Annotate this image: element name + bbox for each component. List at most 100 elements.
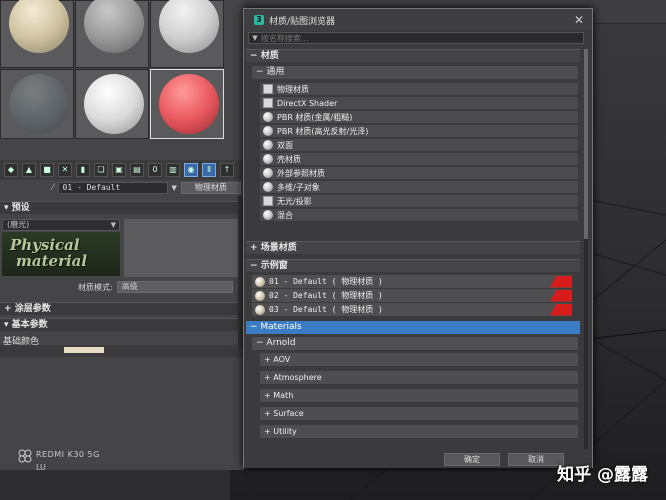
- material-sphere: [159, 0, 219, 53]
- group-materials-en[interactable]: − Materials: [246, 321, 580, 334]
- sample-marker: [550, 303, 572, 316]
- browser-tree: − 材质 − 通用 物理材质 DirectX Shader PBR 材质(金属/…: [246, 49, 580, 449]
- preset-dropdown[interactable]: (磨光) ▼: [2, 219, 120, 231]
- material-sphere-icon: [263, 182, 273, 192]
- material-swatch-icon: [263, 196, 273, 206]
- list-item[interactable]: PBR 材质(金属/粗糙): [260, 111, 578, 124]
- group-general[interactable]: − 通用: [252, 66, 578, 79]
- name-dropdown-arrow-icon[interactable]: ▼: [172, 184, 177, 192]
- make-unique-icon[interactable]: ▣: [112, 163, 126, 177]
- list-item-label: 混合: [277, 210, 293, 220]
- group-label: Arnold: [266, 338, 296, 348]
- sample-slot[interactable]: [75, 0, 149, 68]
- physical-material-logo: Physical material: [2, 232, 120, 276]
- site-watermark: 知乎 @露露: [557, 465, 648, 485]
- material-type-button[interactable]: 物理材质: [180, 182, 241, 194]
- list-item-label: 多维/子对象: [277, 182, 320, 192]
- sample-slot[interactable]: [0, 69, 74, 139]
- material-swatch-icon: [263, 84, 273, 94]
- ok-button[interactable]: 确定: [444, 453, 500, 466]
- assign-material-icon[interactable]: ■: [40, 163, 54, 177]
- group-arnold[interactable]: − Arnold: [252, 337, 578, 350]
- list-item[interactable]: 壳材质: [260, 153, 578, 166]
- eyedropper-icon[interactable]: ⁄: [52, 183, 54, 193]
- cancel-button[interactable]: 取消: [508, 453, 564, 466]
- dialog-title: 材质/贴图浏览器: [269, 16, 336, 27]
- material-mode-select[interactable]: 高级: [116, 281, 233, 293]
- list-item[interactable]: PBR 材质(高光反射/光泽): [260, 125, 578, 138]
- category-item[interactable]: + Surface: [260, 407, 578, 421]
- group-label: 示例窗: [260, 261, 288, 271]
- group-materials[interactable]: − 材质: [246, 49, 580, 62]
- preset-value: (磨光): [7, 220, 30, 229]
- material-sphere-icon: [263, 112, 273, 122]
- sample-slot[interactable]: [150, 0, 224, 68]
- category-item[interactable]: + Math: [260, 389, 578, 403]
- sample-marker: [550, 275, 572, 288]
- category-item[interactable]: + Atmosphere: [260, 371, 578, 385]
- sample-slot-item[interactable]: 02 - Default ( 物理材质 ): [252, 289, 572, 302]
- list-item-label: 03 - Default ( 物理材质 ): [269, 305, 383, 314]
- reset-icon[interactable]: ✕: [58, 163, 72, 177]
- material-sphere: [9, 74, 69, 134]
- material-editor-toolbar: ◆ ▲ ■ ✕ ▮ ❏ ▣ ▤ 0 ▥ ◉ ⫴ ↑: [0, 160, 244, 180]
- scrollbar-thumb[interactable]: [584, 49, 588, 239]
- category-label: AOV: [273, 355, 291, 364]
- search-bar: ▼: [248, 32, 584, 44]
- show-map-icon[interactable]: ◉: [184, 163, 198, 177]
- group-label: 通用: [266, 67, 285, 77]
- dialog-titlebar[interactable]: 3 材质/贴图浏览器 ✕: [244, 9, 592, 31]
- group-label: 场景材质: [260, 243, 297, 253]
- delete-icon[interactable]: ▮: [76, 163, 90, 177]
- sample-slot-item[interactable]: 03 - Default ( 物理材质 ): [252, 303, 572, 316]
- rollout-coating[interactable]: + 涂层参数: [0, 302, 244, 315]
- close-icon[interactable]: ✕: [574, 13, 584, 27]
- put-to-library-icon[interactable]: ▤: [130, 163, 144, 177]
- list-item[interactable]: 外部参照材质: [260, 167, 578, 180]
- material-sphere: [84, 74, 144, 134]
- material-id-icon[interactable]: 0: [148, 163, 162, 177]
- logo-text-line2: material: [16, 252, 88, 270]
- list-item-label: 02 - Default ( 物理材质 ): [269, 291, 383, 300]
- material-sphere-icon: [255, 276, 265, 287]
- chevron-down-icon: ▼: [110, 221, 116, 229]
- copy-material-icon[interactable]: ❏: [94, 163, 108, 177]
- list-item-label: 壳材质: [277, 154, 301, 164]
- search-input[interactable]: [261, 33, 583, 43]
- material-sphere: [9, 0, 69, 53]
- material-mode-label: 材质模式:: [78, 282, 113, 292]
- get-material-icon[interactable]: ◆: [4, 163, 18, 177]
- list-item[interactable]: 物理材质: [260, 83, 578, 96]
- sample-slot-item[interactable]: 01 - Default ( 物理材质 ): [252, 275, 572, 288]
- group-label: Materials: [260, 322, 302, 332]
- material-name-field[interactable]: 01 - Default: [57, 182, 168, 194]
- show-shaded-icon[interactable]: ▥: [166, 163, 180, 177]
- go-to-parent-icon[interactable]: ↑: [220, 163, 234, 177]
- material-mode-row: 材质模式: 高级: [0, 280, 244, 294]
- list-item[interactable]: 多维/子对象: [260, 181, 578, 194]
- list-item[interactable]: 混合: [260, 209, 578, 222]
- sample-slot[interactable]: [0, 0, 74, 68]
- category-label: Surface: [273, 409, 304, 418]
- group-scene-materials[interactable]: + 场景材质: [246, 241, 580, 254]
- rollout-basic[interactable]: ▾ 基本参数: [0, 318, 244, 331]
- list-item[interactable]: 双面: [260, 139, 578, 152]
- sample-slot[interactable]: [75, 69, 149, 139]
- group-sample-slots[interactable]: − 示例窗: [246, 259, 580, 272]
- show-end-result-icon[interactable]: ⫴: [202, 163, 216, 177]
- rollout-title: 预设: [11, 203, 30, 213]
- search-options-icon[interactable]: ▼: [249, 34, 261, 42]
- category-item[interactable]: + Utility: [260, 425, 578, 439]
- put-to-scene-icon[interactable]: ▲: [22, 163, 36, 177]
- category-label: Math: [273, 391, 294, 400]
- browser-scrollbar[interactable]: [584, 49, 588, 449]
- list-item[interactable]: DirectX Shader: [260, 97, 578, 110]
- category-item[interactable]: + AOV: [260, 353, 578, 367]
- list-item[interactable]: 无光/投影: [260, 195, 578, 208]
- group-label: 材质: [260, 51, 279, 61]
- rollout-presets[interactable]: ▾ 预设: [0, 201, 244, 214]
- app-icon: 3: [254, 15, 264, 25]
- base-color-swatch[interactable]: [64, 347, 104, 353]
- sample-slot-selected[interactable]: [150, 69, 224, 139]
- device-sub-text: LU: [36, 463, 46, 472]
